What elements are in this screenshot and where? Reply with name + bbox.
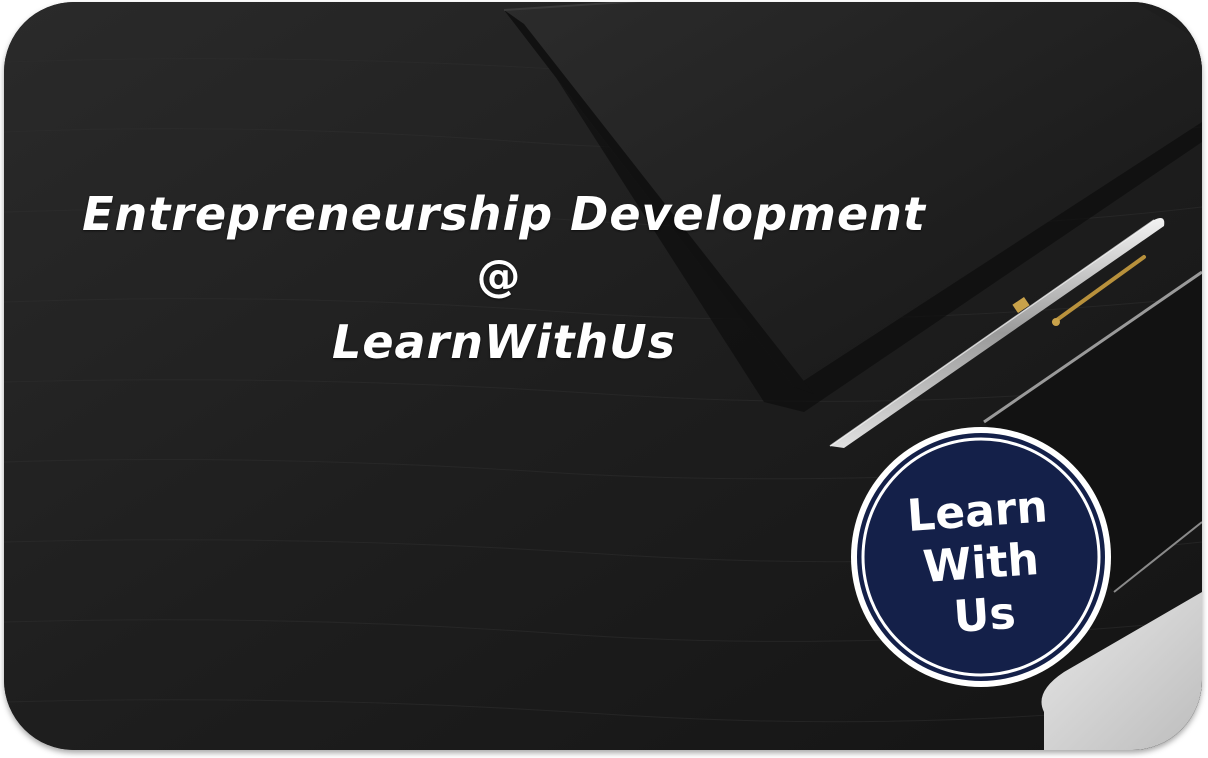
headline: Entrepreneurship Development @ LearnWith…: [24, 184, 984, 374]
headline-at: @: [476, 251, 522, 302]
headline-line-1: Entrepreneurship Development: [82, 187, 926, 241]
headline-brand: LearnWithUs: [332, 315, 676, 369]
logo-text: Learn With Us: [845, 477, 1117, 651]
learnwithus-logo: Learn With Us: [850, 426, 1112, 688]
